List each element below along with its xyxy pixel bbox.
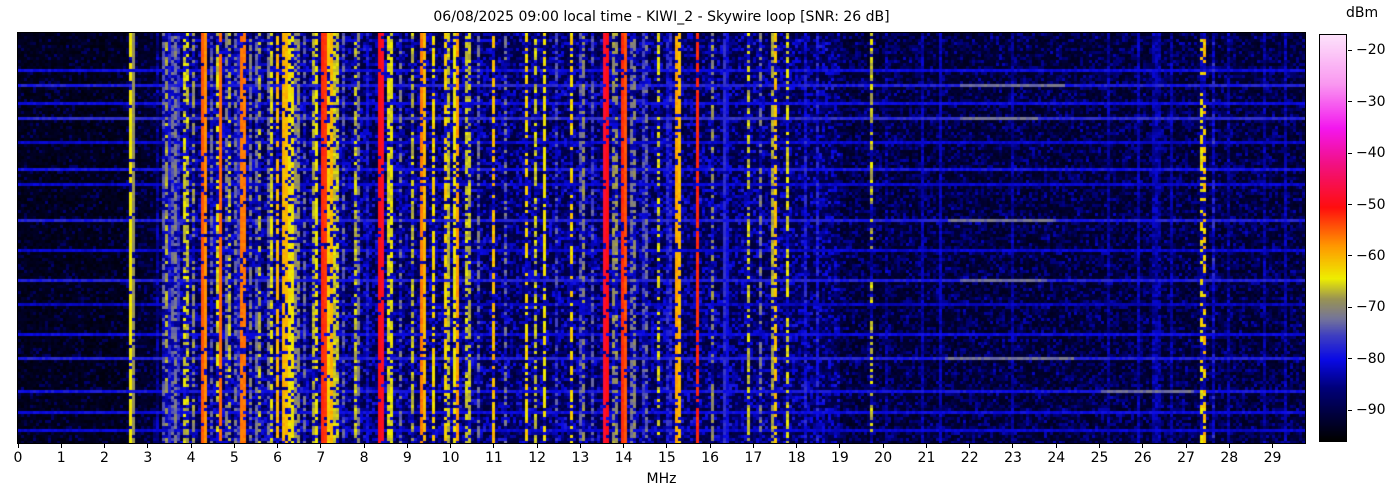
x-tick-mark [883,444,884,448]
x-tick-mark [147,444,148,448]
x-tick-mark [493,444,494,448]
x-tick-label: 11 [485,450,503,466]
colorbar-label: dBm [1346,5,1378,21]
x-tick-mark [666,444,667,448]
colorbar-tick-label: −80 [1356,351,1386,367]
x-tick-mark [1142,444,1143,448]
colorbar-tick-label: −20 [1356,42,1386,58]
colorbar-frame [1319,34,1347,442]
plot-frame [17,32,1306,444]
colorbar-tick-label: −60 [1356,248,1386,264]
x-tick-label: 27 [1177,450,1195,466]
x-tick-label: 15 [658,450,676,466]
x-tick-label: 16 [701,450,719,466]
x-tick-label: 17 [745,450,763,466]
colorbar-tick-mark [1348,410,1352,411]
x-tick-label: 12 [528,450,546,466]
colorbar-tick-mark [1348,358,1352,359]
x-tick-mark [1056,444,1057,448]
x-tick-mark [407,444,408,448]
colorbar-canvas [1320,35,1346,441]
x-tick-mark [277,444,278,448]
x-tick-label: 23 [1004,450,1022,466]
x-tick-label: 21 [918,450,936,466]
x-tick-label: 4 [187,450,196,466]
x-tick-mark [926,444,927,448]
spectrogram-canvas [18,33,1305,443]
colorbar-tick-mark [1348,50,1352,51]
x-tick-mark [320,444,321,448]
x-tick-label: 5 [230,450,239,466]
colorbar-tick-mark [1348,255,1352,256]
x-tick-mark [969,444,970,448]
x-tick-mark [1272,444,1273,448]
x-tick-mark [364,444,365,448]
x-tick-label: 6 [273,450,282,466]
x-tick-mark [623,444,624,448]
x-tick-label: 3 [143,450,152,466]
x-tick-label: 25 [1091,450,1109,466]
colorbar-tick-label: −90 [1356,402,1386,418]
x-tick-label: 28 [1220,450,1238,466]
x-tick-mark [1186,444,1187,448]
x-tick-mark [450,444,451,448]
x-tick-label: 18 [788,450,806,466]
colorbar-tick-mark [1348,204,1352,205]
colorbar-tick-label: −40 [1356,145,1386,161]
x-tick-mark [580,444,581,448]
x-tick-label: 26 [1134,450,1152,466]
x-tick-mark [710,444,711,448]
x-tick-label: 24 [1047,450,1065,466]
x-tick-mark [104,444,105,448]
x-tick-mark [18,444,19,448]
colorbar-tick-mark [1348,307,1352,308]
x-tick-mark [1229,444,1230,448]
x-tick-label: 8 [360,450,369,466]
x-tick-label: 9 [403,450,412,466]
x-tick-mark [1099,444,1100,448]
chart-title: 06/08/2025 09:00 local time - KIWI_2 - S… [18,8,1305,26]
x-tick-mark [753,444,754,448]
colorbar-tick-label: −30 [1356,94,1386,110]
x-tick-label: 13 [571,450,589,466]
x-tick-mark [191,444,192,448]
x-axis-label: MHz [18,471,1305,487]
x-tick-label: 14 [615,450,633,466]
x-tick-label: 20 [874,450,892,466]
x-tick-label: 29 [1264,450,1282,466]
x-tick-label: 2 [100,450,109,466]
colorbar-tick-mark [1348,153,1352,154]
x-tick-label: 10 [442,450,460,466]
x-tick-mark [537,444,538,448]
x-tick-label: 1 [57,450,66,466]
x-tick-mark [61,444,62,448]
x-tick-mark [1012,444,1013,448]
colorbar-tick-label: −50 [1356,197,1386,213]
colorbar-tick-label: −70 [1356,299,1386,315]
x-tick-label: 22 [961,450,979,466]
colorbar-tick-mark [1348,101,1352,102]
x-tick-label: 7 [316,450,325,466]
x-tick-mark [234,444,235,448]
spectrogram-figure: 06/08/2025 09:00 local time - KIWI_2 - S… [0,0,1400,500]
x-tick-label: 19 [831,450,849,466]
x-tick-mark [839,444,840,448]
x-tick-mark [796,444,797,448]
x-tick-label: 0 [14,450,23,466]
